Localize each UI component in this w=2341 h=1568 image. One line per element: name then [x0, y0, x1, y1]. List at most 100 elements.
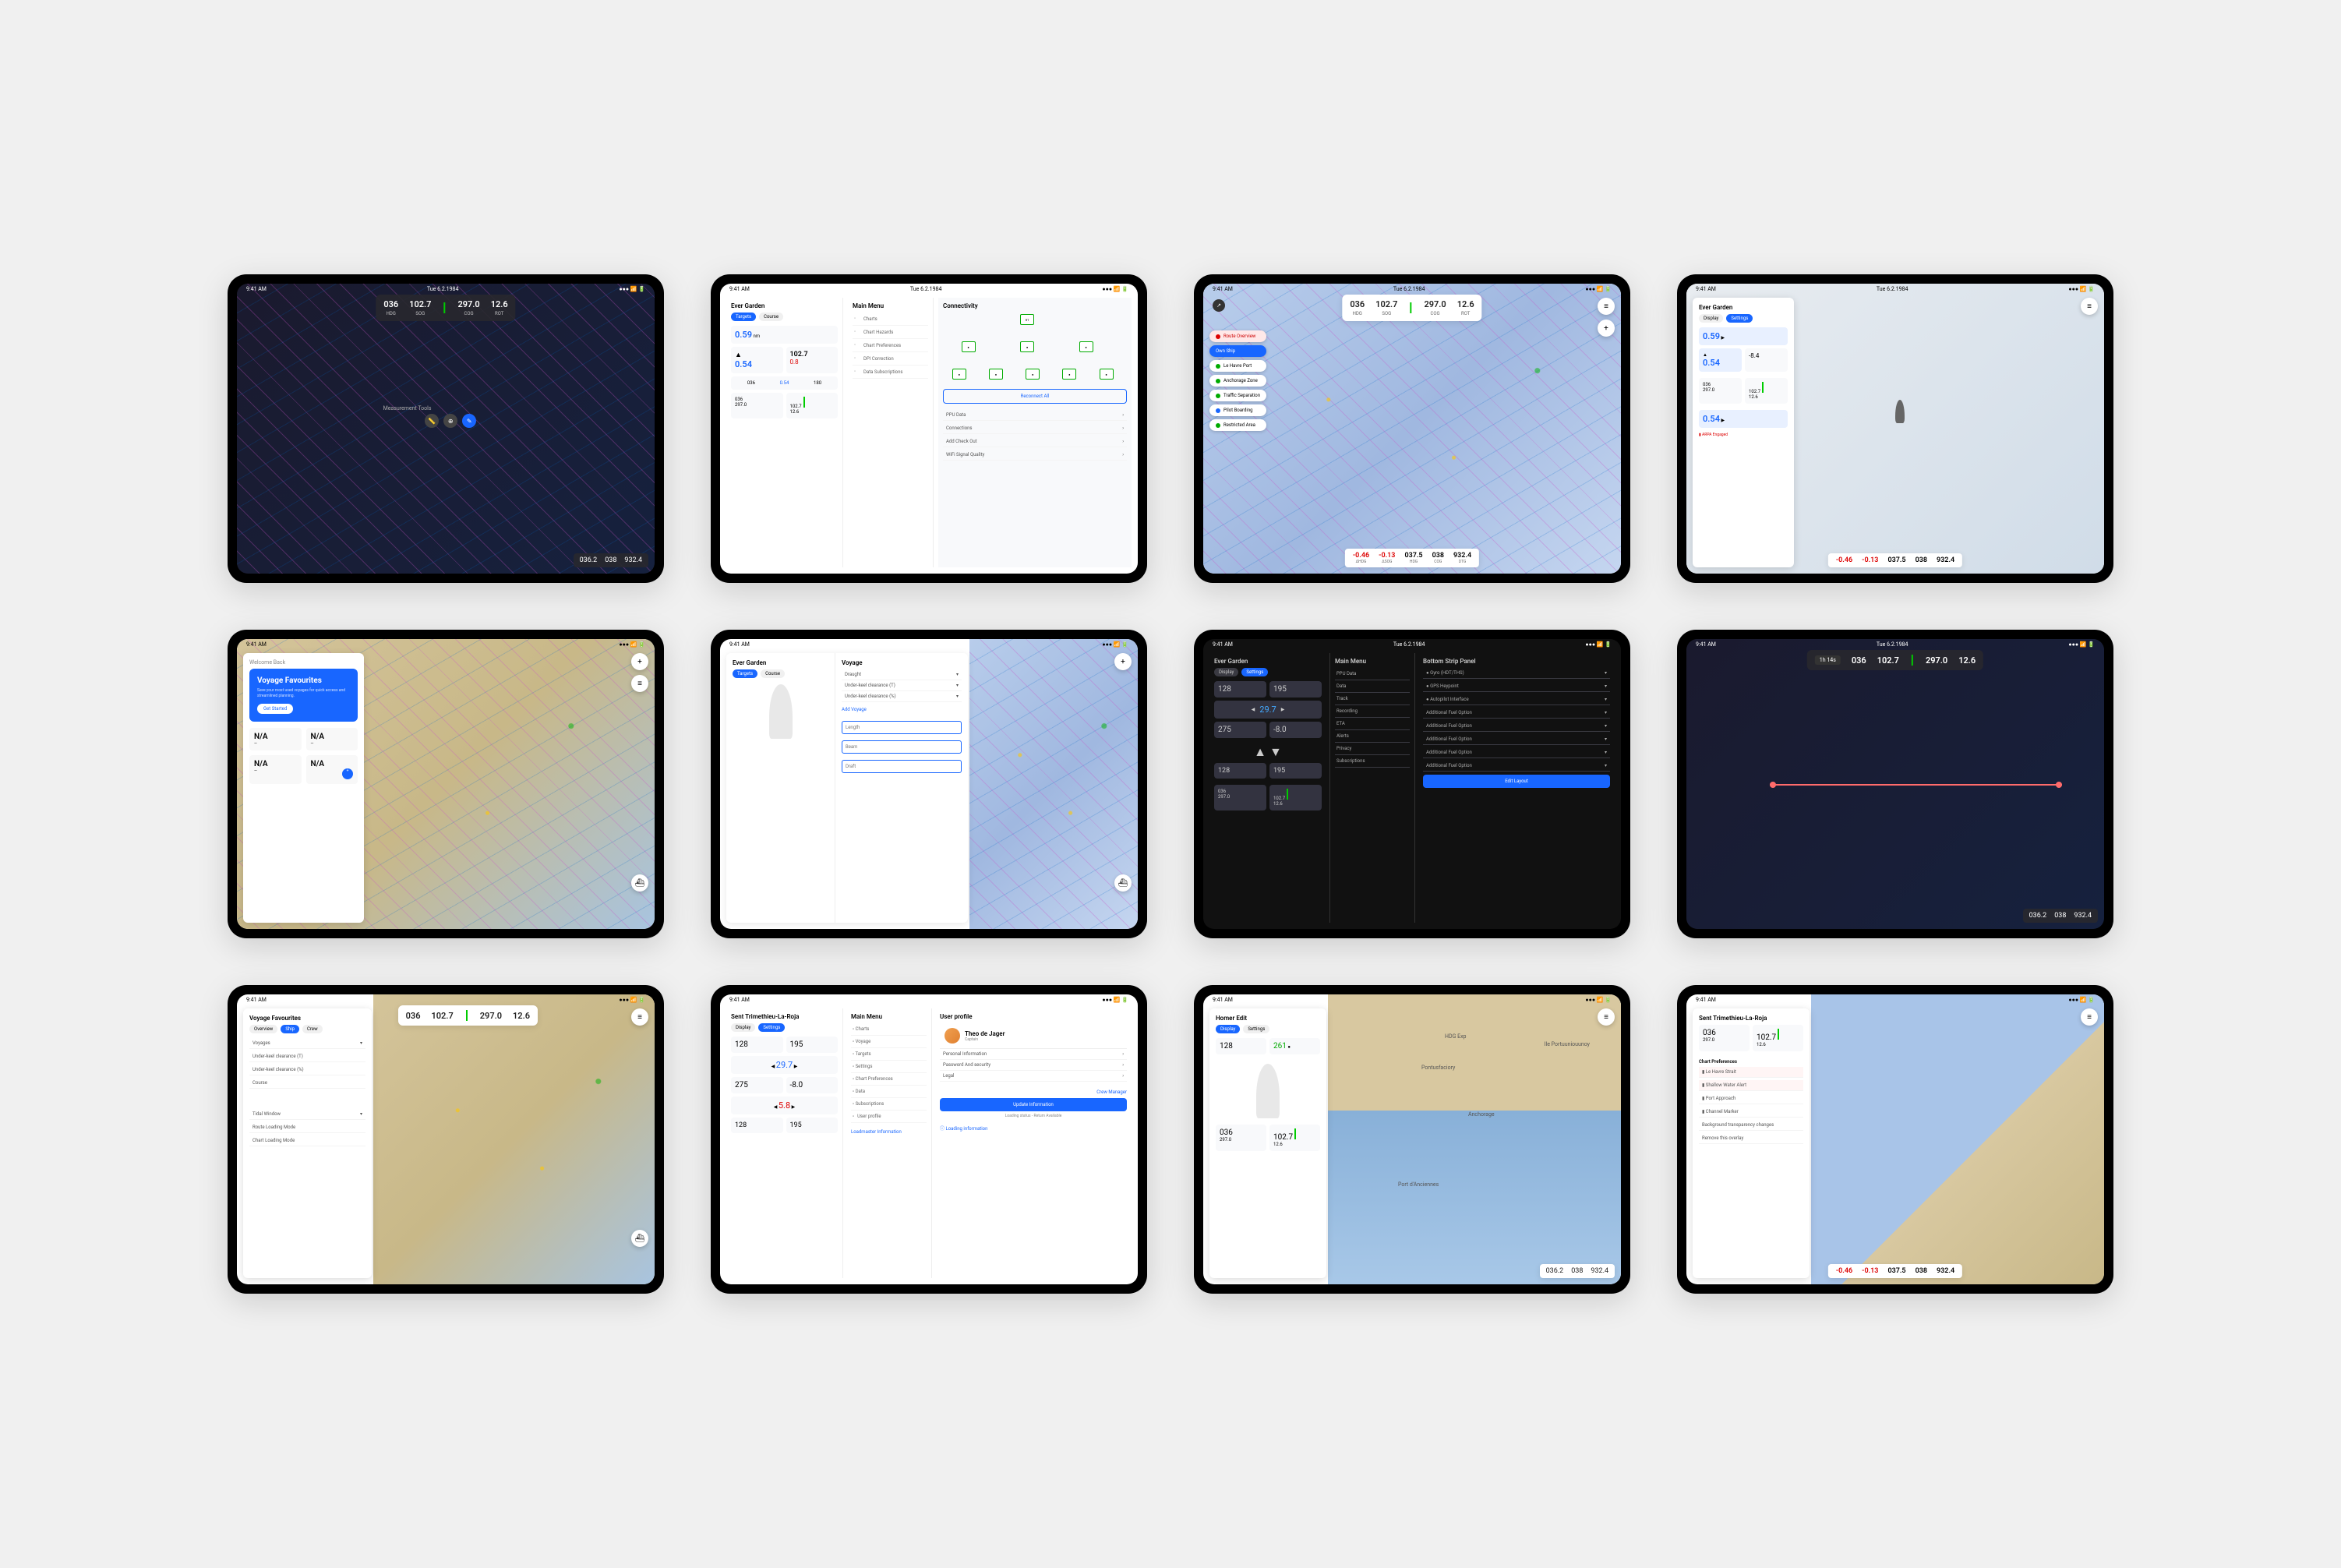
user-row[interactable]: Theo de JagerCaptain	[940, 1023, 1127, 1049]
port-chart[interactable]	[1328, 994, 1621, 1284]
menu-charts[interactable]: ▫Charts	[853, 313, 928, 326]
tool-crosshair[interactable]: ⊕	[443, 414, 457, 428]
fab-layers[interactable]: ≡	[1598, 1008, 1615, 1026]
opt-8[interactable]: Additional Fuel Option▾	[1423, 761, 1610, 772]
opt-ap[interactable]: ● Autopilot Interface▾	[1423, 694, 1610, 705]
field-ukc-t[interactable]: Under-keel clearance (T)▾	[842, 680, 962, 691]
fav-tidal[interactable]: Tidal Window▾	[249, 1109, 365, 1120]
row-checkout[interactable]: Add Check Out›	[943, 436, 1127, 447]
link-add-voyage[interactable]: Add Voyage	[842, 707, 962, 712]
fab-menu[interactable]: ≡	[631, 675, 648, 692]
menu-rec[interactable]: Recording	[1335, 705, 1410, 718]
menu-r7[interactable]: ▫ Subscriptions	[851, 1098, 927, 1111]
fab-plus[interactable]: +	[631, 653, 648, 670]
fav-course[interactable]: Course	[249, 1078, 365, 1089]
fab-zoom[interactable]: +	[1598, 320, 1615, 337]
menu-dpi[interactable]: ▫DPI Correction	[853, 352, 928, 366]
fab-ship[interactable]: ⛴	[1114, 874, 1132, 892]
field-draught[interactable]: Draught▾	[842, 669, 962, 680]
fab-plus[interactable]: +	[1114, 653, 1132, 670]
fav-route-mode[interactable]: Route Loading Mode	[249, 1122, 365, 1133]
pill-alert[interactable]: Route Overview	[1209, 330, 1266, 342]
menu-subs[interactable]: ▫Data Subscriptions	[853, 366, 928, 379]
opt-6[interactable]: Additional Fuel Option▾	[1423, 734, 1610, 745]
map-dark[interactable]	[237, 284, 655, 574]
pref-5[interactable]: Background transparency changes	[1699, 1120, 1803, 1131]
tab-settings[interactable]: Settings	[758, 1023, 785, 1032]
tab-display[interactable]: Display	[1214, 668, 1238, 676]
menu-data[interactable]: Data	[1335, 680, 1410, 693]
menu-r2[interactable]: ▫ Voyage	[851, 1036, 927, 1048]
row-personal[interactable]: Personal Information›	[940, 1049, 1127, 1060]
fab-layers[interactable]: ≡	[1598, 298, 1615, 315]
link-crew-mgr[interactable]: Crew Manager	[940, 1089, 1127, 1095]
row-ppu[interactable]: PPU Data›	[943, 410, 1127, 421]
pill-item-4[interactable]: Pilot Boarding	[1209, 404, 1266, 416]
tab-display[interactable]: Display	[1699, 314, 1723, 323]
fav-ukc-t[interactable]: Under-keel clearance (T)	[249, 1051, 365, 1062]
pref-1[interactable]: ▮ Le Havre Strait	[1699, 1067, 1803, 1078]
tab-targets[interactable]: Targets	[733, 669, 757, 678]
link-loadmaster[interactable]: Loadmaster Information	[851, 1129, 927, 1135]
input-length[interactable]	[842, 721, 962, 734]
pref-2[interactable]: ▮ Shallow Water Alert	[1699, 1080, 1803, 1091]
opt-gyro[interactable]: ● Gyro (HDT/THS)▾	[1423, 668, 1610, 679]
btn-get-started[interactable]: Get Started	[257, 704, 293, 714]
input-draft[interactable]	[842, 760, 962, 773]
menu-subs[interactable]: Subscriptions	[1335, 755, 1410, 768]
coastal-chart[interactable]	[1811, 994, 2104, 1284]
menu-r1[interactable]: ▫ Charts	[851, 1023, 927, 1036]
tab-course[interactable]: Course	[761, 669, 785, 678]
menu-ppu[interactable]: PPU Data	[1335, 668, 1410, 680]
chart[interactable]	[969, 639, 1138, 929]
menu-alerts[interactable]: Alerts	[1335, 730, 1410, 743]
tool-pencil[interactable]: ✎	[462, 414, 476, 428]
btn-reconnect[interactable]: Reconnect All	[943, 389, 1127, 404]
tab-course[interactable]: Course	[759, 313, 783, 321]
fab-ship[interactable]: ⛴	[631, 874, 648, 892]
tab-settings[interactable]: Settings	[1726, 314, 1753, 323]
tool-ruler[interactable]: 📏	[425, 414, 439, 428]
compass-icon[interactable]: ↗	[1213, 299, 1225, 312]
menu-privacy[interactable]: Privacy	[1335, 743, 1410, 755]
pref-6[interactable]: Remove this overlay	[1699, 1133, 1803, 1144]
fab-layers[interactable]: ≡	[2081, 298, 2098, 315]
btn-update[interactable]: Update Information	[940, 1098, 1127, 1111]
btn-edit-layout[interactable]: Edit Layout	[1423, 775, 1610, 788]
tab-targets[interactable]: Targets	[731, 313, 756, 321]
tab-settings[interactable]: Settings	[1241, 668, 1268, 676]
fab-layers[interactable]: ≡	[2081, 1008, 2098, 1026]
pref-4[interactable]: ▮ Channel Marker	[1699, 1107, 1803, 1118]
pill-ownship[interactable]: Own Ship	[1209, 345, 1266, 357]
fab-layers[interactable]: ≡	[631, 1008, 648, 1026]
row-password[interactable]: Password And security›	[940, 1060, 1127, 1071]
row-wifi[interactable]: WiFi Signal Quality›	[943, 450, 1127, 461]
row-conn[interactable]: Connections›	[943, 423, 1127, 434]
opt-5[interactable]: Additional Fuel Option▾	[1423, 721, 1610, 732]
route-line[interactable]	[1770, 784, 2062, 786]
tab-display[interactable]: Display	[731, 1023, 755, 1032]
pill-item-3[interactable]: Traffic Separation	[1209, 390, 1266, 401]
harbor-chart[interactable]	[373, 994, 655, 1284]
menu-r8[interactable]: ▫ User profile	[851, 1111, 927, 1123]
fab-ship[interactable]: ⛴	[631, 1230, 648, 1247]
menu-r6[interactable]: ▫ Data	[851, 1086, 927, 1098]
fav-ukc-p[interactable]: Under-keel clearance (%)	[249, 1065, 365, 1075]
link-info[interactable]: ⓘ Loading information	[940, 1125, 1127, 1132]
menu-r3[interactable]: ▫ Targets	[851, 1048, 927, 1061]
menu-prefs[interactable]: ▫Chart Preferences	[853, 339, 928, 352]
fav-chart-mode[interactable]: Chart Loading Mode	[249, 1135, 365, 1146]
opt-gps[interactable]: ● GPS Heypoint▾	[1423, 681, 1610, 692]
fav-voyages[interactable]: Voyages▾	[249, 1038, 365, 1049]
pill-item-5[interactable]: Restricted Area	[1209, 419, 1266, 431]
menu-hazards[interactable]: ▫Chart Hazards	[853, 326, 928, 339]
pref-3[interactable]: ▮ Port Approach	[1699, 1093, 1803, 1104]
menu-track[interactable]: Track	[1335, 693, 1410, 705]
menu-eta[interactable]: ETA	[1335, 718, 1410, 730]
menu-r5[interactable]: ▫ Chart Preferences	[851, 1073, 927, 1086]
row-legal[interactable]: Legal›	[940, 1071, 1127, 1082]
field-ukc-p[interactable]: Under-keel clearance (%)▾	[842, 691, 962, 702]
pill-item-2[interactable]: Anchorage Zone	[1209, 375, 1266, 387]
input-beam[interactable]	[842, 740, 962, 754]
pill-item-1[interactable]: Le Havre Port	[1209, 360, 1266, 372]
